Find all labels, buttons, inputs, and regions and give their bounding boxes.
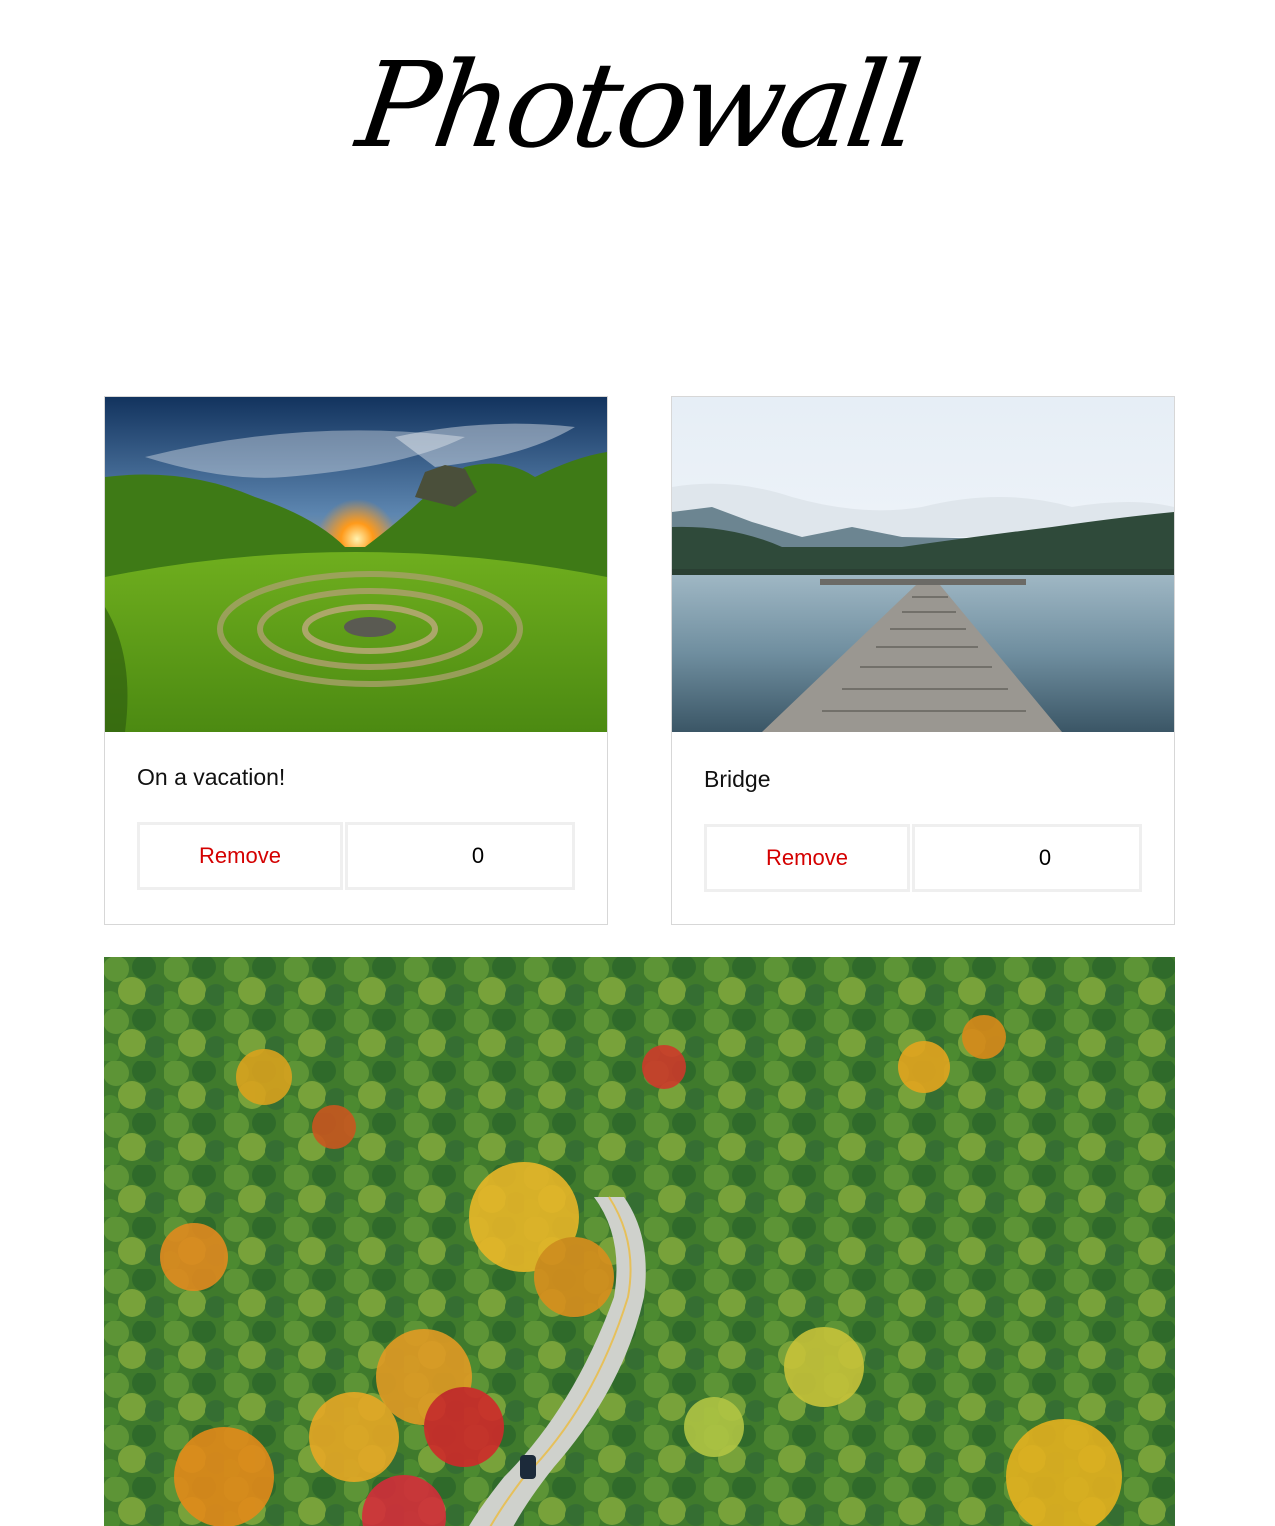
photowall-page: Photowall On a vacation! Remove 0 Bridge… — [0, 0, 1275, 1526]
remove-button[interactable]: Remove — [704, 824, 910, 892]
post-caption: On a vacation! — [137, 764, 286, 790]
photo-image — [104, 957, 1175, 1526]
post-caption: Bridge — [704, 766, 771, 792]
app-title[interactable]: Photowall — [0, 30, 1275, 180]
photo-card: On a vacation! Remove 0 — [104, 396, 608, 925]
post-actions: Remove 0 — [704, 824, 1142, 892]
photo-image — [672, 397, 1174, 732]
like-count-button[interactable]: 0 — [912, 824, 1142, 892]
photo-card — [104, 957, 1175, 1526]
photo-card: Bridge Remove 0 — [671, 396, 1175, 925]
post-actions: Remove 0 — [137, 822, 575, 890]
photo-image — [105, 397, 607, 732]
like-count-button[interactable]: 0 — [345, 822, 575, 890]
remove-button[interactable]: Remove — [137, 822, 343, 890]
